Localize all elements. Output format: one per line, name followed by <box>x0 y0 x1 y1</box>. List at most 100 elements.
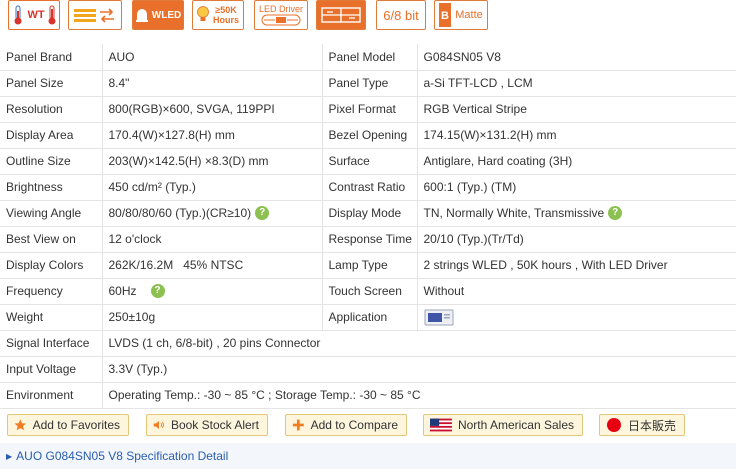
spec-label: Response Time <box>321 226 417 253</box>
spec-row: Panel Brand AUO Panel Model G084SN05 V8 <box>0 44 736 71</box>
us-flag-icon <box>430 418 452 432</box>
badge-led-driver: LED Driver <box>254 0 308 30</box>
spec-value: 170.4(W)×127.8(H) mm <box>101 122 322 149</box>
spec-row: Weight 250±10g Application <box>0 304 736 331</box>
help-icon[interactable]: ? <box>255 206 270 221</box>
spec-label: Outline Size <box>0 148 102 175</box>
spec-value: 600:1 (Typ.) (TM) <box>416 174 736 201</box>
double-arrow-icon: ▶ <box>6 451 13 461</box>
spec-label: Viewing Angle <box>0 200 102 227</box>
spec-label: Panel Size <box>0 70 102 97</box>
spec-value-cell: 80/80/80/60 (Typ.)(CR≥10)? <box>101 200 322 227</box>
spec-value: 80/80/80/60 (Typ.)(CR≥10) <box>108 205 252 220</box>
badge-stripe-swap <box>68 0 122 30</box>
speaker-icon <box>153 420 164 430</box>
spec-row: Panel Size 8.4" Panel Type a-Si TFT-LCD … <box>0 70 736 97</box>
north-american-sales-button[interactable]: North American Sales <box>423 414 583 436</box>
badge-wt: WT <box>8 0 60 30</box>
spec-label: Contrast Ratio <box>321 174 417 201</box>
plus-icon <box>292 419 304 431</box>
spec-value: 60Hz <box>108 283 137 298</box>
japan-sales-button[interactable]: 日本販売 <box>599 414 685 436</box>
wled-icon <box>135 9 148 22</box>
spec-value: 262K/16.2M 45% NTSC <box>101 252 322 279</box>
book-stock-alert-button[interactable]: Book Stock Alert <box>146 414 268 436</box>
spec-value: 20/10 (Typ.)(Tr/Td) <box>416 226 736 253</box>
spec-row: Resolution 800(RGB)×600, SVGA, 119PPI Pi… <box>0 96 736 123</box>
badge-bit-label: 6/8 bit <box>383 7 419 23</box>
svg-text:B: B <box>441 10 449 22</box>
spec-label: Lamp Type <box>321 252 417 279</box>
spec-value: RGB Vertical Stripe <box>416 96 736 123</box>
action-bar: Add to Favorites Book Stock Alert Add to… <box>0 414 736 436</box>
spec-label: Application <box>321 304 417 331</box>
spec-row: Brightness 450 cd/m² (Typ.) Contrast Rat… <box>0 174 736 201</box>
spec-row: Display Area 170.4(W)×127.8(H) mm Bezel … <box>0 122 736 149</box>
spec-label: Signal Interface <box>0 330 102 357</box>
help-icon[interactable]: ? <box>608 206 623 221</box>
star-icon <box>14 419 27 431</box>
add-to-compare-button[interactable]: Add to Compare <box>285 414 407 436</box>
japan-sales-label: 日本販売 <box>627 418 676 433</box>
spec-value: 8.4" <box>101 70 322 97</box>
spec-value: AUO <box>101 44 322 71</box>
spec-label: Display Colors <box>0 252 102 279</box>
badge-wled-label: WLED <box>151 9 182 21</box>
spec-value: 3.3V (Typ.) <box>101 356 736 383</box>
spec-value-cell: TN, Normally White, Transmissive? <box>416 200 736 227</box>
badge-hours-label: ≥50K Hours <box>212 5 239 25</box>
spec-label: Panel Model <box>321 44 417 71</box>
spec-label: Input Voltage <box>0 356 102 383</box>
spec-label: Brightness <box>0 174 102 201</box>
application-device-icon[interactable] <box>424 307 454 327</box>
bulb-icon <box>197 6 209 21</box>
badge-wled: WLED <box>132 0 184 30</box>
spec-label: Pixel Format <box>321 96 417 123</box>
badge-wt-label: WT <box>27 9 45 21</box>
spec-row: Signal Interface LVDS (1 ch, 6/8-bit) , … <box>0 330 736 357</box>
add-to-favorites-button[interactable]: Add to Favorites <box>7 414 129 436</box>
spec-label: Bezel Opening <box>321 122 417 149</box>
led-driver-icon <box>261 14 301 26</box>
spec-value: 12 o'clock <box>101 226 322 253</box>
spec-value: Without <box>416 278 736 305</box>
spec-label: Environment <box>0 382 102 409</box>
spec-label: Panel Brand <box>0 44 102 71</box>
add-to-favorites-label: Add to Favorites <box>32 418 120 432</box>
spec-label: Frequency <box>0 278 102 305</box>
north-american-sales-label: North American Sales <box>457 418 574 432</box>
matte-icon: B <box>439 3 452 27</box>
spec-value: a-Si TFT-LCD , LCM <box>416 70 736 97</box>
application-cell <box>416 304 736 331</box>
spec-row: Environment Operating Temp.: -30 ~ 85 °C… <box>0 382 736 409</box>
spec-value: TN, Normally White, Transmissive <box>423 205 605 220</box>
spec-row: Input Voltage 3.3V (Typ.) <box>0 356 736 383</box>
spec-table: Panel Brand AUO Panel Model G084SN05 V8 … <box>0 44 736 409</box>
badge-bit: 6/8 bit <box>376 0 426 30</box>
book-stock-alert-label: Book Stock Alert <box>170 418 259 432</box>
spec-row: Display Colors 262K/16.2M 45% NTSC Lamp … <box>0 252 736 279</box>
spec-value: Antiglare, Hard coating (3H) <box>416 148 736 175</box>
spec-value: 450 cd/m² (Typ.) <box>101 174 322 201</box>
spec-label: Display Area <box>0 122 102 149</box>
badge-stripe-compare <box>316 0 366 30</box>
thermometer-icon <box>14 5 22 25</box>
spec-label: Panel Type <box>321 70 417 97</box>
spec-label: Weight <box>0 304 102 331</box>
badge-led-driver-label: LED Driver <box>258 4 303 14</box>
help-icon[interactable]: ? <box>150 284 165 299</box>
japan-flag-icon <box>606 418 621 432</box>
spec-row: Frequency 60Hz? Touch Screen Without <box>0 278 736 305</box>
spec-value-cell: 60Hz? <box>101 278 322 305</box>
stripe-compare-icon <box>321 7 361 23</box>
spec-value: Operating Temp.: -30 ~ 85 °C ; Storage T… <box>101 382 736 409</box>
badge-hours: ≥50K Hours <box>192 0 244 30</box>
add-to-compare-label: Add to Compare <box>310 418 398 432</box>
spec-value: 250±10g <box>101 304 322 331</box>
spec-value: 203(W)×142.5(H) ×8.3(D) mm <box>101 148 322 175</box>
specification-detail-link[interactable]: AUO G084SN05 V8 Specification Detail <box>16 449 228 463</box>
spec-label: Touch Screen <box>321 278 417 305</box>
spec-row: Outline Size 203(W)×142.5(H) ×8.3(D) mm … <box>0 148 736 175</box>
stripe-swap-icon <box>74 8 114 23</box>
spec-label: Best View on <box>0 226 102 253</box>
